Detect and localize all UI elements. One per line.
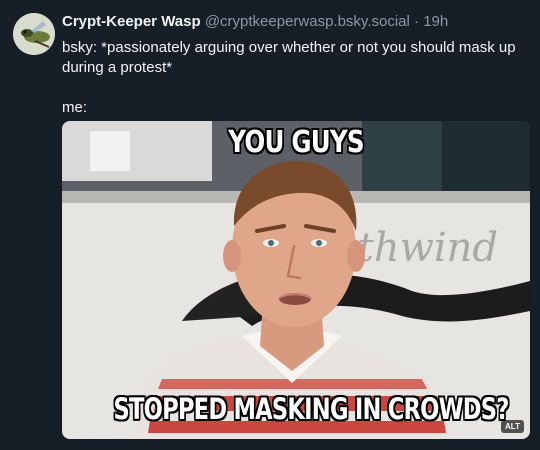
avatar[interactable] (13, 13, 55, 55)
post-header: Crypt-Keeper Wasp @cryptkeeperwasp.bsky.… (62, 12, 530, 32)
post-text-line-1: bsky: *passionately arguing over whether… (62, 39, 516, 76)
post-timestamp[interactable]: 19h (423, 13, 448, 30)
wasp-avatar-icon (13, 13, 55, 55)
post-card[interactable]: Crypt-Keeper Wasp @cryptkeeperwasp.bsky.… (0, 0, 540, 450)
meme-bottom-caption: STOPPED MASKING IN CROWDS? (113, 392, 509, 426)
author-handle[interactable]: @cryptkeeperwasp.bsky.social (205, 13, 410, 30)
post-text-gap (62, 78, 532, 98)
meme-top-caption: YOU GUYS (228, 125, 364, 160)
post-image[interactable]: uthwind YOU GUYS STOPPED MASKING IN CROW… (62, 121, 530, 439)
alt-text-badge[interactable]: ALT (501, 420, 524, 433)
author-display-name[interactable]: Crypt-Keeper Wasp (62, 13, 201, 30)
post-text: bsky: *passionately arguing over whether… (62, 38, 532, 118)
header-separator: · (414, 13, 420, 30)
post-text-line-2: me: (62, 99, 88, 116)
imgflip-watermark: imgflip.com (66, 427, 112, 437)
